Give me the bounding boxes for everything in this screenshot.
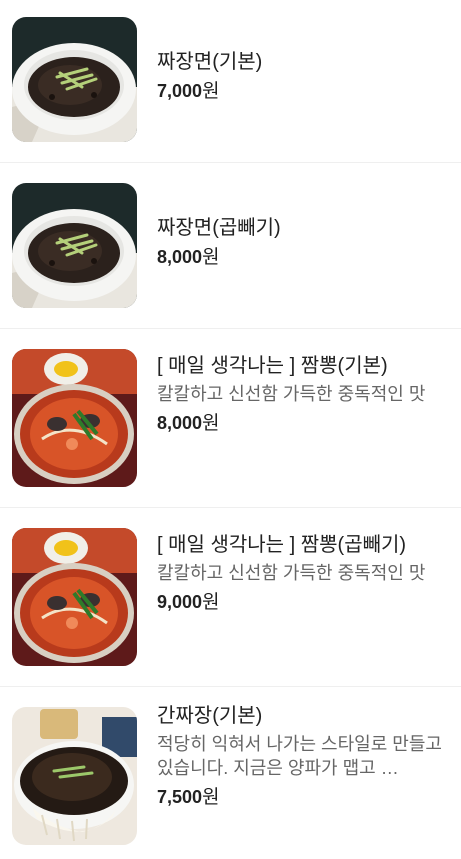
menu-item-price: 9,000원 (157, 592, 220, 613)
menu-item[interactable]: 짜장면(기본) 7,000원 (0, 0, 461, 163)
menu-item-name: 짜장면(기본) (157, 51, 263, 73)
menu-item-description: 적당히 익혀서 나가는 스타일로 만들고 있습니다. 지금은 양파가 맵고 … (157, 734, 442, 778)
jjamppong-icon (12, 528, 137, 666)
menu-item-price: 8,000원 (157, 413, 220, 434)
menu-item-price: 7,000원 (157, 81, 220, 102)
menu-item[interactable]: 짜장면(곱빼기) 8,000원 (0, 163, 461, 329)
jjamppong-icon (12, 349, 137, 487)
menu-item-name: [ 매일 생각나는 ] 짬뽕(곱빼기) (157, 534, 407, 556)
menu-item[interactable]: [ 매일 생각나는 ] 짬뽕(기본) 칼칼하고 신선함 가득한 중독적인 맛 8… (0, 329, 461, 508)
jjajangmyeon-icon (12, 183, 137, 308)
menu-item-name: [ 매일 생각나는 ] 짬뽕(기본) (157, 355, 388, 377)
menu-item-description: 칼칼하고 신선함 가득한 중독적인 맛 (157, 384, 426, 404)
menu-item-description: 칼칼하고 신선함 가득한 중독적인 맛 (157, 563, 426, 583)
menu-item-name: 짜장면(곱빼기) (157, 217, 281, 239)
menu-item[interactable]: [ 매일 생각나는 ] 짬뽕(곱빼기) 칼칼하고 신선함 가득한 중독적인 맛 … (0, 508, 461, 687)
menu-list: 짜장면(기본) 7,000원 짜장면(곱빼기) 8,000원 [매일 생각나는… (0, 0, 461, 859)
menu-item-price: 8,000원 (157, 247, 220, 268)
menu-item-price: 7,500원 (157, 787, 220, 808)
menu-item-name: 간짜장(기본) (157, 705, 263, 727)
jjajangmyeon-icon (12, 17, 137, 142)
ganjjajang-icon (12, 707, 137, 845)
menu-item[interactable]: 간짜장(기본) 적당히 익혀서 나가는 스타일로 만들고 있습니다. 지금은 양… (0, 687, 461, 859)
